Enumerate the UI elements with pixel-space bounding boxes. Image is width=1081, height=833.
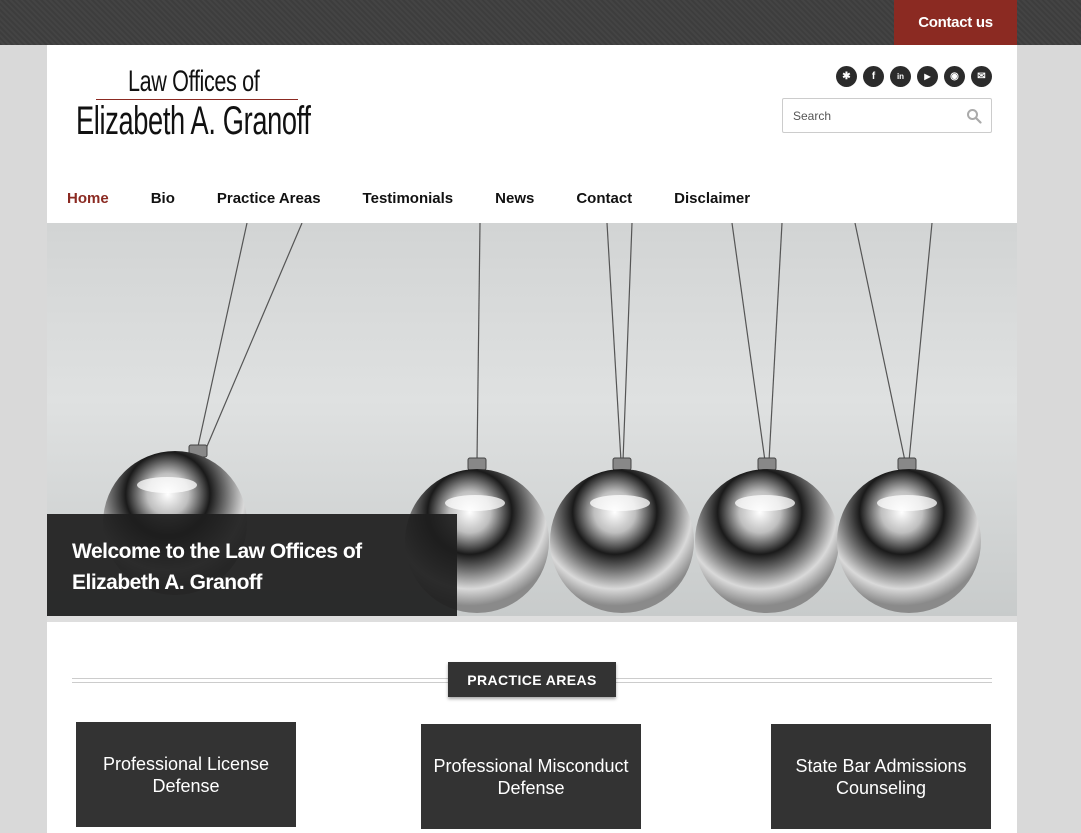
site-logo[interactable]: Law Offices of Elizabeth A. Granoff	[76, 65, 326, 145]
hero-caption: Welcome to the Law Offices of Elizabeth …	[47, 514, 457, 616]
yelp-icon[interactable]: ✱	[836, 66, 857, 87]
contact-us-button[interactable]: Contact us	[894, 0, 1017, 45]
practice-card-license-defense[interactable]: Professional License Defense	[76, 722, 296, 827]
facebook-icon[interactable]: f	[863, 66, 884, 87]
practice-card-bar-admissions[interactable]: State Bar Admissions Counseling	[771, 724, 991, 829]
search-icon[interactable]	[966, 108, 982, 124]
nav-contact[interactable]: Contact	[576, 190, 632, 210]
linkedin-icon[interactable]: in	[890, 66, 911, 87]
nav-news[interactable]: News	[495, 190, 534, 210]
page-container: Law Offices of Elizabeth A. Granoff ✱ f …	[47, 45, 1017, 833]
practice-areas-heading: PRACTICE AREAS	[448, 662, 616, 697]
top-bar: Contact us	[0, 0, 1081, 45]
practice-card-misconduct-defense[interactable]: Professional Misconduct Defense	[421, 724, 641, 829]
nav-bio[interactable]: Bio	[151, 190, 175, 210]
nav-home[interactable]: Home	[67, 190, 109, 210]
rss-icon[interactable]: ◉	[944, 66, 965, 87]
logo-line-1: Law Offices of	[128, 65, 260, 98]
search-input[interactable]	[783, 99, 958, 132]
youtube-icon[interactable]: ▶	[917, 66, 938, 87]
main-nav: Home Bio Practice Areas Testimonials New…	[67, 190, 792, 210]
hero-caption-text: Welcome to the Law Offices of Elizabeth …	[72, 540, 362, 594]
logo-line-2: Elizabeth A. Granoff	[76, 99, 311, 143]
social-links: ✱ f in ▶ ◉ ✉	[836, 66, 992, 87]
search-box	[782, 98, 992, 133]
nav-testimonials[interactable]: Testimonials	[363, 190, 454, 210]
nav-practice-areas[interactable]: Practice Areas	[217, 190, 321, 210]
section-divider	[47, 616, 1017, 622]
hero-slider: Welcome to the Law Offices of Elizabeth …	[47, 223, 1017, 616]
email-icon[interactable]: ✉	[971, 66, 992, 87]
nav-disclaimer[interactable]: Disclaimer	[674, 190, 750, 210]
